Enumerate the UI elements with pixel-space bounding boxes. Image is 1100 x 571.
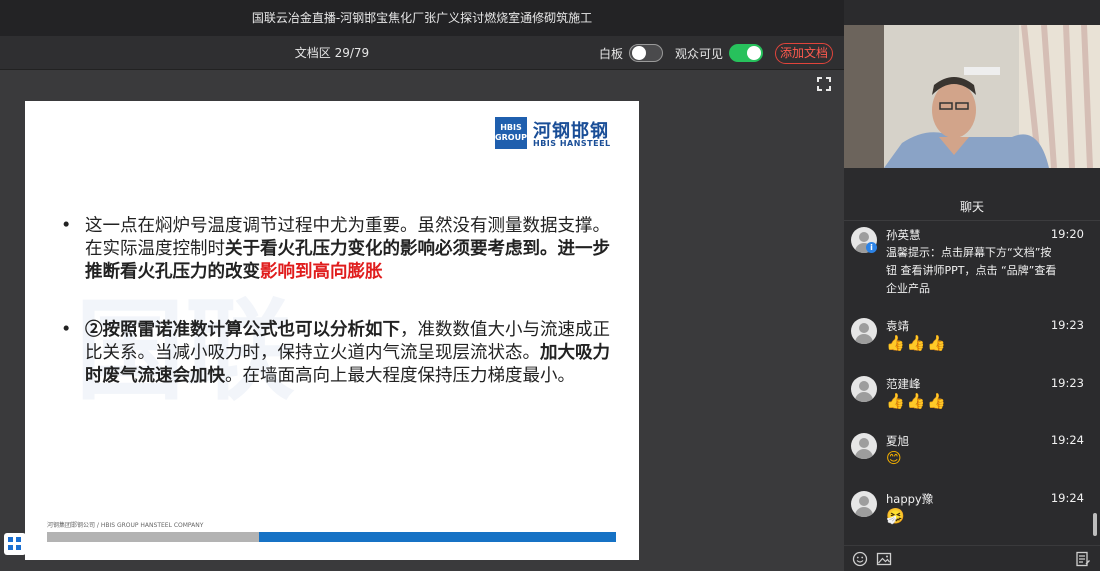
slide-footer-bar-blue — [259, 532, 616, 542]
chat-input-bar — [844, 545, 1100, 571]
whiteboard-toggle[interactable] — [629, 44, 664, 62]
hbis-logo-en: HBIS HANSTEEL — [533, 139, 611, 148]
chat-scrollbar[interactable] — [1093, 513, 1097, 536]
audience-visible-toggle-group: 观众可见 — [675, 42, 764, 64]
avatar — [851, 318, 877, 344]
slide-footer-text: 河钢集团邯钢公司 / HBIS GROUP HANSTEEL COMPANY — [47, 522, 204, 529]
avatar — [851, 491, 877, 517]
chat-time: 19:20 — [1050, 227, 1084, 241]
smile-emoji: 😊 — [886, 449, 904, 467]
side-pane: 聊天 i 孙英慧 19:20 温馨提示：点击屏幕下方“文档”按钮 查看讲师PPT… — [844, 0, 1100, 571]
chat-user-name: 袁靖 — [886, 319, 909, 333]
chat-user-name: happy豫 — [886, 492, 934, 506]
chat-time: 19:23 — [1050, 318, 1084, 332]
audience-visible-toggle[interactable] — [729, 44, 764, 62]
emoji-icon[interactable] — [852, 551, 868, 567]
whiteboard-toggle-group: 白板 — [599, 42, 664, 64]
document-toolbar: 文档区 29/79 白板 观众可见 添加文档 — [0, 36, 844, 70]
chat-message: 范建峰 19:23 👍👍👍 — [851, 376, 1094, 416]
bullet1-text-red: 影响到高向膨胀 — [260, 262, 383, 282]
info-badge-icon: i — [866, 242, 877, 253]
chat-user-name: 范建峰 — [886, 377, 921, 391]
chat-time: 19:23 — [1050, 376, 1084, 390]
chat-message: 夏旭 19:24 😊 — [851, 433, 1094, 473]
chat-title: 聊天 — [844, 193, 1100, 221]
chat-time: 19:24 — [1050, 491, 1084, 505]
thumbs-up-emoji: 👍👍👍 — [886, 334, 949, 352]
add-document-button[interactable]: 添加文档 — [775, 43, 833, 64]
chat-user-name: 夏旭 — [886, 434, 909, 448]
grid-icon[interactable] — [4, 533, 26, 555]
chat-message: i 孙英慧 19:20 温馨提示：点击屏幕下方“文档”按钮 查看讲师PPT，点击… — [851, 227, 1094, 299]
avatar — [851, 433, 877, 459]
sneeze-emoji: 🤧 — [886, 507, 907, 525]
chat-user-name: 孙英慧 — [886, 228, 921, 242]
hbis-logo-mark: HBIS GROUP — [495, 117, 527, 149]
chat-message: 袁靖 19:23 👍👍👍 — [851, 318, 1094, 358]
presentation-slide: 国联 HBIS GROUP 河钢邯钢 HBIS HANSTEEL • 这一点在焖… — [25, 101, 639, 560]
slide-bullet-1: • 这一点在焖炉号温度调节过程中尤为重要。虽然没有测量数据支撑。在实际温度控制时… — [61, 216, 610, 282]
whiteboard-label: 白板 — [599, 46, 624, 61]
bullet2-text-bold-a: ②按照雷诺准数计算公式也可以分析如下 — [85, 320, 400, 340]
live-stream-app: 国联云冶金直播-河钢邯宝焦化厂张广义探讨燃烧室通修砌筑施工 文档区 29/79 … — [0, 0, 1100, 571]
audience-visible-label: 观众可见 — [675, 46, 724, 61]
window-title: 国联云冶金直播-河钢邯宝焦化厂张广义探讨燃烧室通修砌筑施工 — [0, 0, 844, 36]
document-pane: 国联云冶金直播-河钢邯宝焦化厂张广义探讨燃烧室通修砌筑施工 文档区 29/79 … — [0, 0, 844, 571]
image-icon[interactable] — [876, 551, 892, 567]
fullscreen-icon[interactable] — [817, 77, 831, 91]
chat-text: 温馨提示：点击屏幕下方“文档”按钮 查看讲师PPT，点击 “品牌”查看企业产品 — [886, 246, 1057, 295]
bullet2-text-b: 。在墙面高向上最大程度保持压力梯度最小。 — [225, 366, 575, 386]
hbis-logo: HBIS GROUP 河钢邯钢 HBIS HANSTEEL — [495, 117, 625, 153]
doc-page-indicator: 文档区 29/79 — [294, 46, 370, 60]
thumbs-up-emoji: 👍👍👍 — [886, 392, 949, 410]
slide-bullet-2: • ②按照雷诺准数计算公式也可以分析如下，准数数值大小与流速成正比关系。当减小吸… — [61, 320, 610, 386]
chat-message: happy豫 19:24 🤧 — [851, 491, 1094, 531]
slide-footer-bar-gray — [47, 532, 259, 542]
notes-icon[interactable] — [1075, 551, 1091, 567]
presenter-video — [844, 25, 1100, 168]
avatar — [851, 376, 877, 402]
chat-time: 19:24 — [1050, 433, 1084, 447]
